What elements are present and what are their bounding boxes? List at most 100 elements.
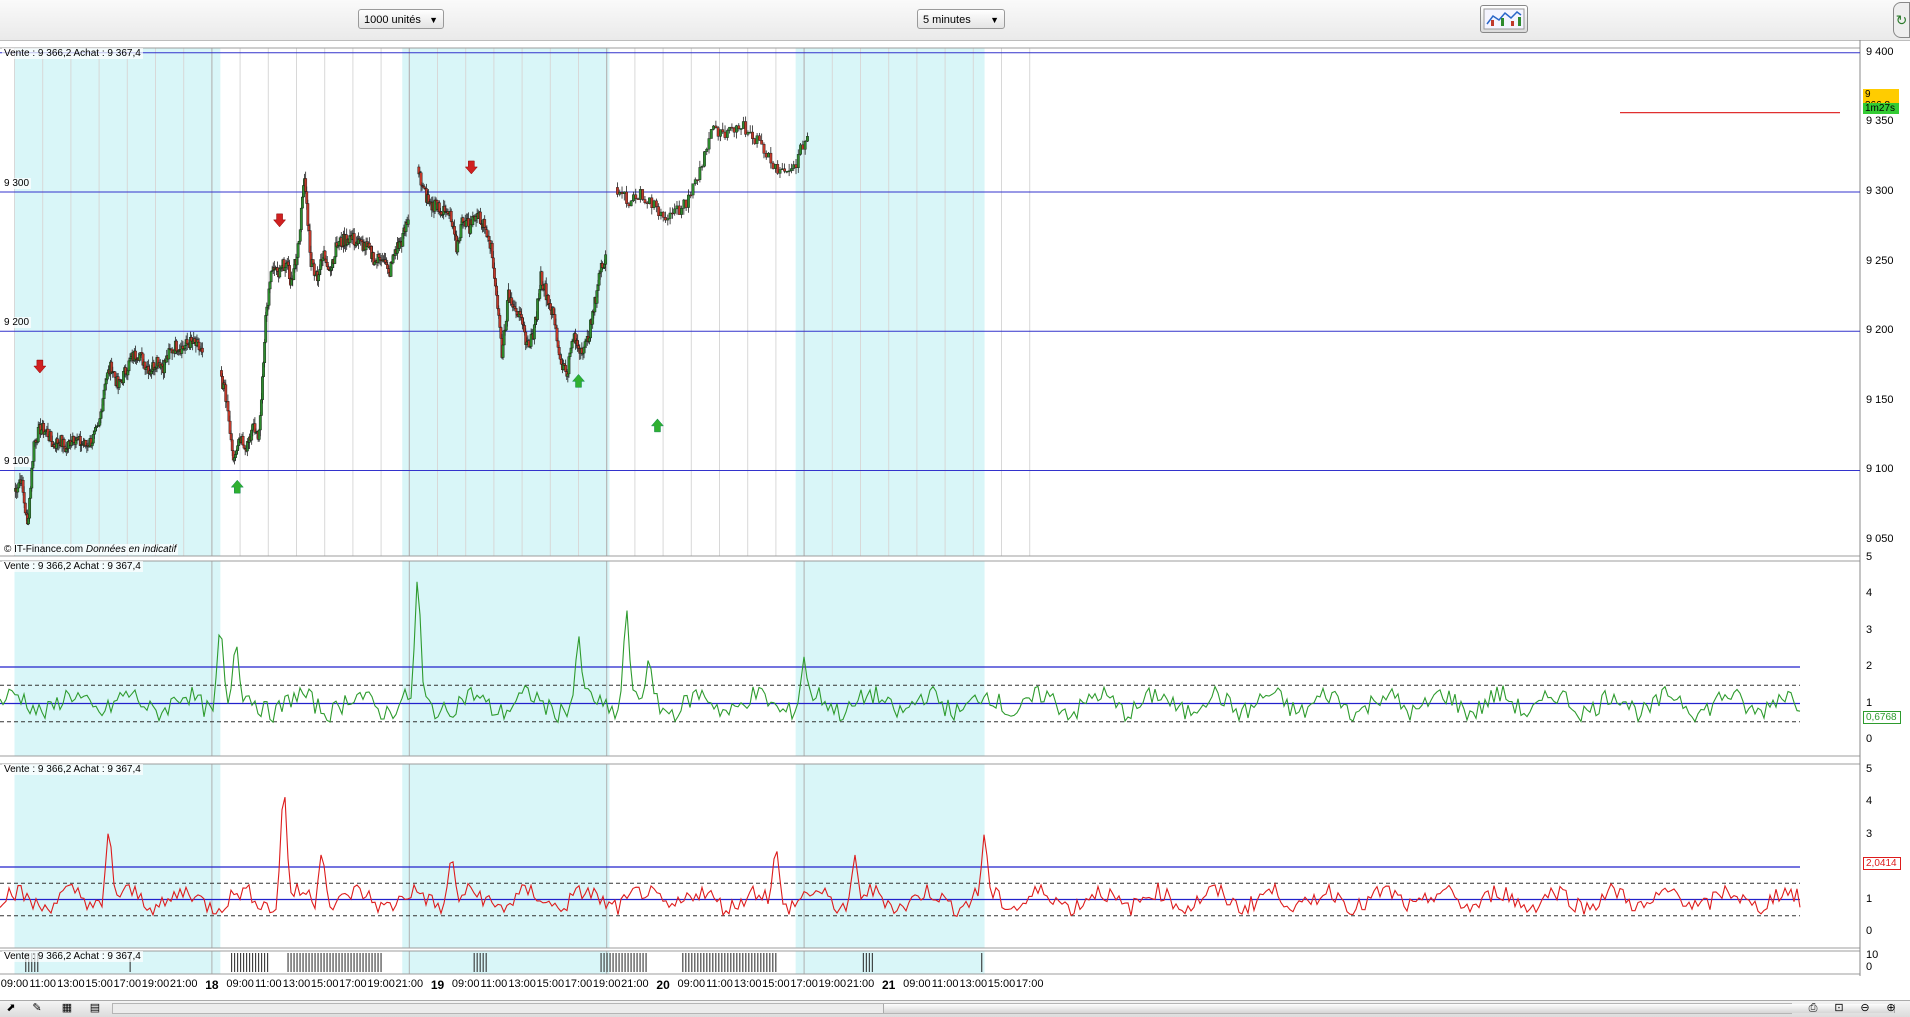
- candle-body: [668, 212, 672, 219]
- candle-body: [774, 164, 777, 169]
- candle-body: [794, 164, 798, 168]
- candle-body: [306, 203, 310, 226]
- candle-body: [767, 152, 770, 158]
- time-label: 13:00: [282, 978, 311, 990]
- print-icon[interactable]: ⎙: [1806, 1002, 1820, 1015]
- bottom-toolbar: ⬈ ✎ ▦ ▤ ⎙ ⊡ ⊖ ⊕: [0, 1000, 1910, 1017]
- candle-body: [737, 125, 741, 130]
- session-band: [14, 561, 221, 756]
- candle-body: [625, 191, 629, 204]
- candle-body: [261, 376, 264, 400]
- candle-body: [493, 267, 496, 279]
- candle-body: [406, 219, 410, 225]
- candle-body: [721, 129, 725, 133]
- candle-body: [748, 131, 752, 134]
- candle-body: [783, 168, 786, 172]
- indicator1-tick-label: 0: [1866, 733, 1873, 745]
- time-label: 11:00: [706, 978, 733, 990]
- zoom-fit-icon[interactable]: ⊡: [1832, 1002, 1846, 1015]
- candle-body: [650, 197, 654, 208]
- candle-body: [762, 144, 766, 154]
- candle-body: [700, 166, 704, 168]
- candle-body: [806, 136, 809, 142]
- candle-body: [687, 194, 690, 208]
- candle-body: [657, 206, 661, 217]
- candle-body: [28, 498, 32, 519]
- candle-body: [654, 200, 658, 207]
- price-tick-label: 9 150: [1866, 393, 1894, 406]
- candle-body: [693, 179, 697, 184]
- indicator1-tick-label: 3: [1866, 623, 1873, 636]
- candle-body: [689, 194, 693, 197]
- price-tick-label: 9 250: [1866, 254, 1894, 267]
- candle-body: [751, 131, 754, 139]
- volume-tick-label: 0: [1866, 961, 1873, 973]
- candle-body: [698, 167, 702, 180]
- candle-body: [241, 436, 245, 446]
- price-tick-label: 9 300: [1866, 185, 1894, 197]
- time-label: 11:00: [480, 978, 508, 990]
- candle-body: [661, 211, 665, 218]
- time-label: 13:00: [959, 978, 988, 990]
- zoom-in-icon[interactable]: ⊕: [1884, 1002, 1898, 1015]
- time-label: 09:00: [226, 978, 254, 990]
- down-arrow-icon: [273, 213, 287, 228]
- candle-body: [620, 192, 624, 194]
- candle-body: [627, 203, 631, 207]
- candle-body: [296, 243, 300, 258]
- candle-body: [641, 189, 645, 200]
- pen-tool-icon[interactable]: ✎: [30, 1002, 44, 1015]
- cursor-tool-icon[interactable]: ⬈: [4, 1002, 18, 1015]
- candle-body: [645, 202, 649, 204]
- time-label: 15:00: [536, 978, 565, 990]
- time-label: 21:00: [395, 978, 424, 990]
- time-label: 19:00: [367, 978, 395, 990]
- candle-body: [501, 344, 505, 358]
- table-icon[interactable]: ▤: [88, 1002, 102, 1015]
- candle-body: [459, 224, 463, 239]
- session-band: [402, 764, 610, 948]
- candle-body: [389, 262, 393, 277]
- candle-body: [785, 170, 789, 173]
- calculator-icon[interactable]: ▦: [60, 1002, 74, 1015]
- candle-body: [746, 132, 750, 135]
- candle-body: [719, 129, 722, 137]
- candle-body: [22, 492, 26, 504]
- candle-body: [632, 194, 635, 202]
- time-scrollbar[interactable]: [112, 1003, 1895, 1014]
- countdown-badge: 1m27s: [1863, 103, 1899, 114]
- candle-body: [263, 342, 267, 363]
- day-label: 18: [205, 978, 219, 992]
- candle-body: [636, 198, 640, 200]
- candle-body: [792, 164, 796, 169]
- candle-body: [712, 125, 715, 130]
- time-label: 19:00: [141, 978, 170, 990]
- price-tick-label: 9 400: [1866, 45, 1894, 58]
- session-band: [402, 561, 610, 756]
- candle-body: [764, 153, 768, 158]
- indicator2-tick-label: 4: [1866, 795, 1873, 807]
- time-label: 13:00: [733, 978, 762, 990]
- indicator1-tick-label: 4: [1866, 587, 1873, 599]
- candle-body: [226, 401, 230, 412]
- candle-body: [301, 196, 304, 209]
- zoom-out-icon[interactable]: ⊖: [1858, 1002, 1872, 1015]
- time-label: 19:00: [592, 978, 621, 990]
- indicator2-tick-label: 5: [1866, 762, 1873, 775]
- buy-signal-arrow: [650, 418, 665, 433]
- time-label: 19:00: [818, 978, 847, 990]
- up-arrow-icon: [650, 418, 665, 433]
- candle-body: [760, 140, 764, 145]
- candle-body: [140, 352, 144, 355]
- time-label: 21:00: [169, 978, 198, 990]
- sell-signal-arrow: [273, 213, 287, 228]
- candle-body: [703, 151, 706, 167]
- candle-body: [666, 218, 670, 221]
- day-label: 21: [882, 978, 896, 992]
- time-label: 13:00: [57, 978, 85, 990]
- candle-body: [696, 179, 699, 181]
- candle-body: [757, 135, 761, 141]
- scrollbar-thumb[interactable]: [883, 1004, 1895, 1013]
- time-label: 17:00: [790, 978, 818, 990]
- disclaimer: Données en indicatif: [85, 544, 177, 555]
